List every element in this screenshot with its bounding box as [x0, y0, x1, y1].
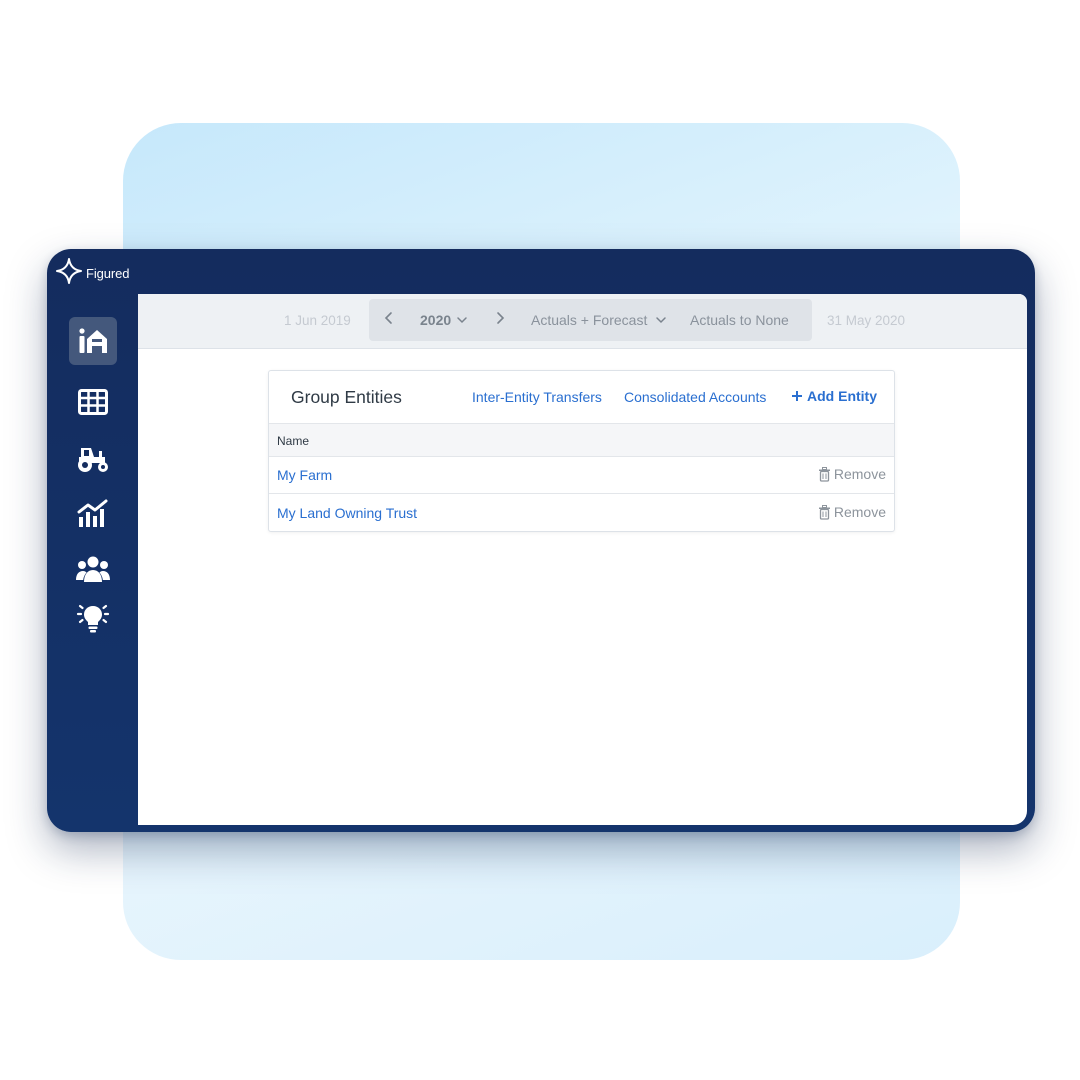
table-row: My Land Owning Trust Remove	[269, 495, 894, 532]
sidebar-item-farm[interactable]	[69, 317, 117, 365]
inter-entity-transfers-link[interactable]: Inter-Entity Transfers	[472, 389, 602, 405]
column-header-name: Name	[277, 434, 310, 448]
group-entities-card: Group Entities Inter-Entity Transfers Co…	[268, 370, 895, 532]
prev-year-button[interactable]	[383, 310, 395, 329]
entity-name-link[interactable]: My Land Owning Trust	[277, 505, 417, 521]
remove-label: Remove	[833, 466, 886, 482]
table-header: Name	[269, 423, 894, 457]
sidebar-item-ideas[interactable]	[69, 594, 117, 642]
period-selector: 2020 Actuals + Forecast Actuals to None	[369, 299, 812, 341]
chevron-down-icon	[655, 314, 667, 326]
compare-selector[interactable]: Actuals to None	[690, 312, 789, 328]
consolidated-accounts-link[interactable]: Consolidated Accounts	[624, 389, 766, 405]
users-group-icon	[76, 555, 110, 583]
trash-icon	[818, 466, 831, 482]
card-header: Group Entities Inter-Entity Transfers Co…	[269, 371, 894, 423]
next-year-button[interactable]	[494, 310, 506, 329]
plus-icon	[791, 390, 803, 402]
trash-icon	[818, 504, 831, 520]
table-grid-icon	[78, 389, 108, 415]
sidebar-item-people[interactable]	[69, 545, 117, 593]
chevron-right-icon	[494, 310, 506, 329]
compare-value: Actuals to None	[690, 312, 789, 328]
sidebar-item-grid[interactable]	[69, 378, 117, 426]
figured-star-icon	[56, 257, 82, 289]
add-entity-label: Add Entity	[807, 388, 877, 404]
mode-dropdown[interactable]: Actuals + Forecast	[531, 312, 667, 328]
tractor-icon	[75, 444, 111, 474]
remove-button[interactable]: Remove	[818, 466, 886, 482]
remove-button[interactable]: Remove	[818, 504, 886, 520]
farm-barn-icon	[77, 327, 109, 355]
remove-label: Remove	[833, 504, 886, 520]
app-name: Figured	[86, 265, 130, 281]
sidebar-item-tractor[interactable]	[69, 435, 117, 483]
main-content: 1 Jun 2019 2020 Actuals + Forecast Actua…	[138, 294, 1027, 825]
add-entity-button[interactable]: Add Entity	[791, 388, 877, 404]
table-row: My Farm Remove	[269, 457, 894, 494]
app-logo[interactable]: Figured	[56, 257, 130, 289]
chevron-down-icon	[456, 314, 468, 326]
chevron-left-icon	[383, 310, 395, 329]
mode-value: Actuals + Forecast	[531, 312, 648, 328]
period-toolbar: 1 Jun 2019 2020 Actuals + Forecast Actua…	[138, 294, 1027, 349]
year-value: 2020	[420, 312, 452, 328]
sidebar-item-reports[interactable]	[69, 489, 117, 537]
period-end-date: 31 May 2020	[827, 313, 906, 328]
page-title: Group Entities	[291, 387, 402, 407]
entity-name-link[interactable]: My Farm	[277, 467, 332, 483]
lightbulb-icon	[76, 603, 110, 633]
year-dropdown[interactable]: 2020	[420, 312, 468, 328]
chart-trend-icon	[77, 498, 109, 528]
period-start-date: 1 Jun 2019	[284, 313, 351, 328]
